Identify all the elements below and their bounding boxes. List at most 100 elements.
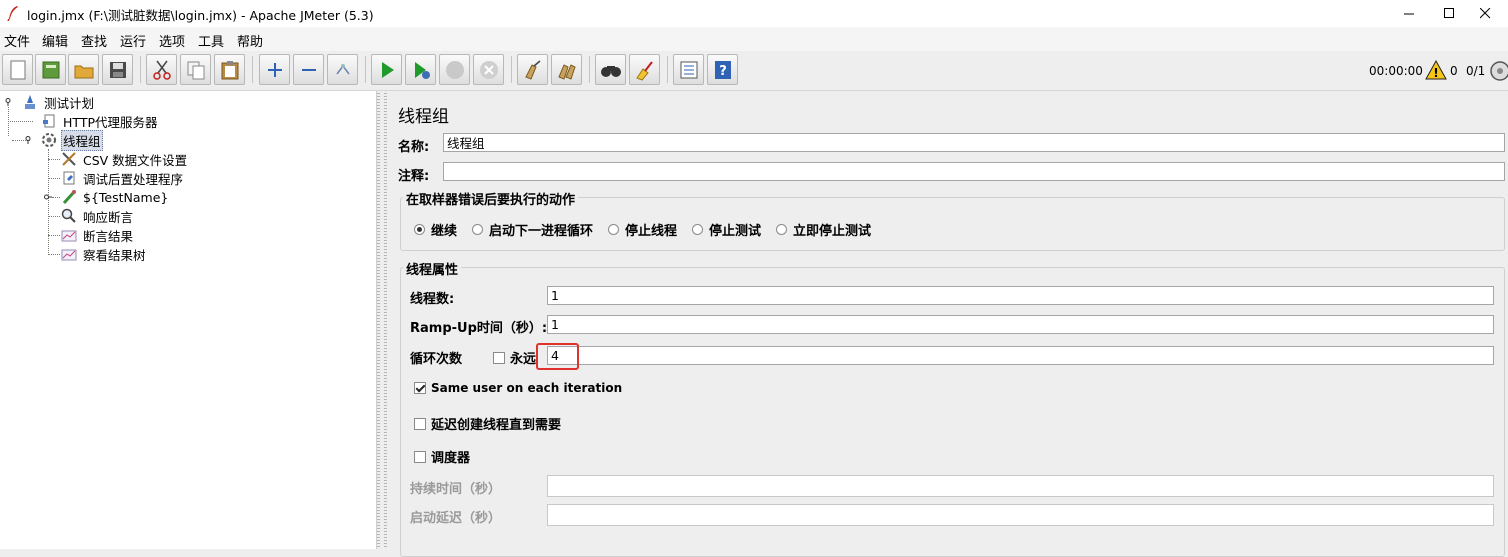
tree-node-label: 响应断言 [83,209,134,225]
stop-button[interactable] [439,54,470,85]
cut-icon [152,60,171,80]
open-button[interactable] [68,54,99,85]
radio-indicator [472,224,483,235]
radio-stop-test[interactable]: 停止测试 [692,220,761,239]
close-button[interactable] [1462,0,1508,27]
test-plan-icon [25,95,35,109]
open-icon [74,65,93,78]
startup-delay-field[interactable] [547,504,1494,526]
tree-node-debug-postprocessor[interactable]: 调试后置处理程序 [60,169,185,187]
collapse-button[interactable] [293,54,324,85]
thread-group-panel: 线程组 名称: 注释: 在取样器错误后要执行的动作 继续 启动下一进程循环 停止… [389,91,1508,557]
duration-field[interactable] [547,475,1494,497]
tree-expand-handle[interactable] [24,136,32,144]
test-plan-tree: 测试计划 HTTP代理服务器 线程组 CSV 数据文件设置 调试后置处理程序 $… [0,91,377,549]
radio-label: 继续 [431,224,458,239]
tree-connector [8,121,33,122]
startup-delay-label: 启动延迟（秒） [410,511,502,526]
templates-button[interactable] [35,54,66,85]
start-no-timers-button[interactable] [405,54,436,85]
menu-help[interactable]: 帮助 [237,31,263,50]
tree-node-thread-group[interactable]: 线程组 [40,129,103,151]
menu-run[interactable]: 运行 [120,31,146,50]
reset-search-icon [635,60,653,81]
new-button[interactable] [2,54,33,85]
clear-all-icon [557,63,576,80]
tree-node-test-plan[interactable]: 测试计划 [21,93,96,111]
tree-node-response-assertion[interactable]: 响应断言 [60,207,135,225]
tree-node-sampler[interactable]: ${TestName} [60,188,170,206]
copy-icon [187,61,204,79]
checkbox-indicator [414,417,426,430]
tree-expand-handle[interactable] [4,98,12,106]
checkbox-indicator [414,450,426,463]
start-button[interactable] [371,54,402,85]
function-helper-button[interactable] [673,54,704,85]
sampler-icon [62,190,76,205]
tree-connector [48,178,60,179]
jmeter-feather-icon [7,6,18,21]
radio-label: 停止线程 [625,224,678,239]
tree-node-assertion-results[interactable]: 断言结果 [60,226,135,244]
help-button[interactable]: ? [707,54,738,85]
tree-node-label: 察看结果树 [83,247,146,263]
loop-count-field[interactable] [547,346,1494,365]
delay-thread-creation-checkbox[interactable]: 延迟创建线程直到需要 [414,414,561,433]
copy-button[interactable] [180,54,211,85]
expand-button[interactable] [259,54,290,85]
tree-collapse-handle[interactable] [44,193,52,201]
function-helper-icon [680,61,697,78]
tree-node-view-results-tree[interactable]: 察看结果树 [60,245,148,263]
radio-stop-test-now[interactable]: 立即停止测试 [776,220,871,239]
reset-search-button[interactable] [629,54,660,85]
forever-checkbox[interactable]: 永远 [493,348,536,367]
menu-options[interactable]: 选项 [159,31,185,50]
radio-start-next-loop[interactable]: 启动下一进程循环 [472,220,593,239]
menu-search[interactable]: 查找 [81,31,107,50]
clear-button[interactable] [517,54,548,85]
thread-properties-title: 线程属性 [403,259,462,278]
name-field[interactable] [443,133,1505,152]
warning-count: 0 [1450,64,1458,78]
csv-config-icon [62,152,76,166]
menu-file[interactable]: 文件 [4,31,30,50]
threads-field[interactable] [547,286,1494,305]
checkbox-label: 调度器 [431,451,471,466]
split-pane-divider[interactable] [377,91,387,549]
tree-connector [48,254,60,255]
listener-icon [61,230,77,242]
rampup-label: Ramp-Up时间（秒）: [410,321,548,336]
clear-all-button[interactable] [551,54,582,85]
stop-icon [445,60,464,79]
radio-stop-thread[interactable]: 停止线程 [608,220,677,239]
tree-node-label: 调试后置处理程序 [83,171,184,187]
toolbar-separator [140,56,141,83]
warning-icon[interactable]: ! [1425,60,1447,80]
same-user-checkbox[interactable]: Same user on each iteration [414,381,622,395]
tree-node-label: 测试计划 [44,95,95,111]
error-action-title: 在取样器错误后要执行的动作 [403,189,579,208]
rampup-field[interactable] [547,315,1494,334]
scheduler-checkbox[interactable]: 调度器 [414,447,470,466]
shutdown-button[interactable] [473,54,504,85]
minimize-icon [1403,13,1414,15]
toggle-button[interactable] [327,54,358,85]
tree-node-http-proxy[interactable]: HTTP代理服务器 [40,112,160,130]
assertion-icon [61,208,76,223]
search-button[interactable] [595,54,626,85]
paste-button[interactable] [214,54,245,85]
menu-edit[interactable]: 编辑 [42,31,68,50]
loop-count-highlight [536,343,579,370]
toolbar-separator [252,56,253,83]
tree-connector [52,197,60,198]
menu-tools[interactable]: 工具 [198,31,224,50]
maximize-icon [1443,8,1454,18]
cut-button[interactable] [146,54,177,85]
radio-continue[interactable]: 继续 [414,220,457,239]
tree-connector [48,149,49,255]
tree-node-csv-config[interactable]: CSV 数据文件设置 [60,150,189,168]
radio-indicator [608,224,619,235]
save-button[interactable] [102,54,133,85]
threads-label: 线程数: [410,292,455,307]
comment-field[interactable] [443,162,1505,181]
